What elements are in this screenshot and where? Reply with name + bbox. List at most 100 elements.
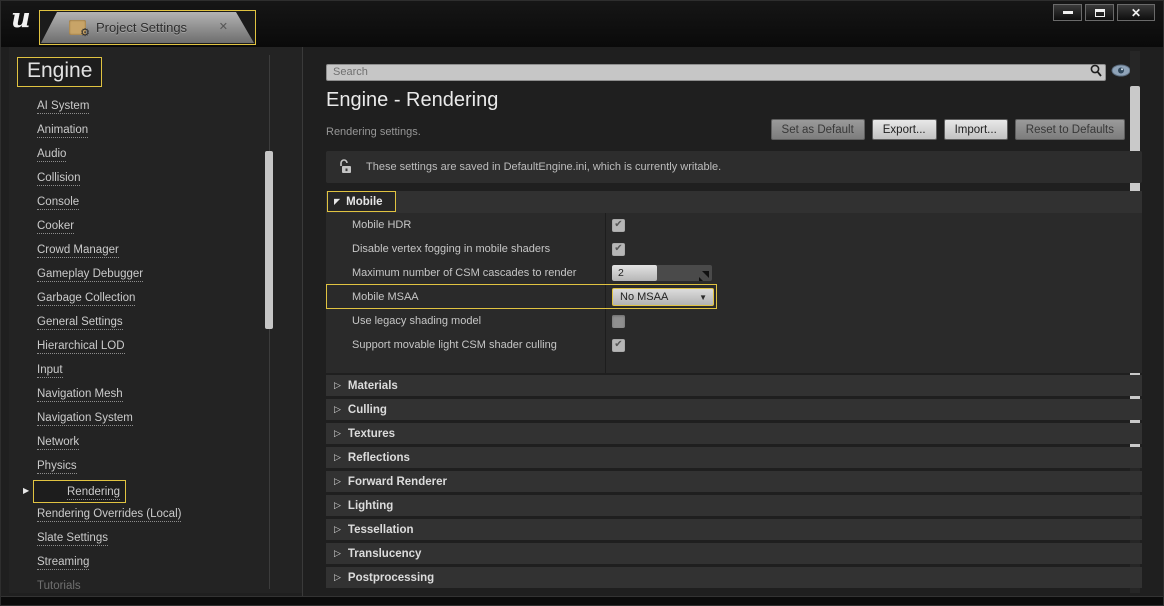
collapsed-arrow-icon: ▷	[334, 477, 341, 486]
dropdown-value: No MSAA	[620, 291, 668, 303]
sidebar-item-crowd-manager[interactable]: Crowd Manager	[9, 239, 269, 263]
tab-label: Project Settings	[96, 20, 187, 35]
section-mobile-header[interactable]: ◤ Mobile	[326, 191, 1142, 213]
setting-label: Mobile HDR	[352, 219, 411, 231]
unlocked-padlock-icon	[338, 159, 352, 175]
section-translucency[interactable]: ▷Translucency	[326, 543, 1142, 564]
sidebar-item-label[interactable]: General Settings	[37, 316, 123, 330]
sidebar-item-general-settings[interactable]: General Settings	[9, 311, 269, 335]
sidebar-item-label[interactable]: Input	[37, 364, 63, 378]
sidebar-item-navigation-mesh[interactable]: Navigation Mesh	[9, 383, 269, 407]
gear-icon: ⚙	[80, 28, 90, 39]
tab-close-icon[interactable]: ✕	[219, 20, 228, 33]
section-textures[interactable]: ▷Textures	[326, 423, 1142, 444]
section-tessellation[interactable]: ▷Tessellation	[326, 519, 1142, 540]
section-title: Textures	[348, 428, 395, 440]
sidebar-item-label[interactable]: Hierarchical LOD	[37, 340, 125, 354]
sidebar-item-rendering-selected[interactable]: ▶ Rendering	[9, 479, 269, 503]
sidebar-item-label[interactable]: Navigation Mesh	[37, 388, 123, 402]
mobile-msaa-dropdown[interactable]: No MSAA ▼	[612, 288, 714, 306]
section-culling[interactable]: ▷Culling	[326, 399, 1142, 420]
sidebar-item-label[interactable]: Collision	[37, 172, 80, 186]
sidebar-item-animation[interactable]: Animation	[9, 119, 269, 143]
sidebar-item-network[interactable]: Network	[9, 431, 269, 455]
drag-corner-icon[interactable]	[699, 268, 709, 281]
sidebar-item-label[interactable]: Cooker	[37, 220, 74, 234]
csm-cascades-spinbox[interactable]: 2	[612, 265, 712, 281]
sidebar-item-collision[interactable]: Collision	[9, 167, 269, 191]
section-title: Lighting	[348, 500, 393, 512]
reset-to-defaults-button[interactable]: Reset to Defaults	[1015, 119, 1125, 140]
close-button[interactable]: ✕	[1117, 4, 1155, 21]
tab-body[interactable]: ⚙ Project Settings ✕	[41, 12, 254, 43]
sidebar-item-label[interactable]: AI System	[37, 100, 89, 114]
setting-label: Disable vertex fogging in mobile shaders	[352, 243, 550, 255]
sidebar-item-garbage-collection[interactable]: Garbage Collection	[9, 287, 269, 311]
sidebar-item-label[interactable]: Animation	[37, 124, 88, 138]
sidebar-item-rendering-overrides[interactable]: Rendering Overrides (Local)	[9, 503, 269, 527]
sidebar-item-label[interactable]: Physics	[37, 460, 77, 474]
section-title: Reflections	[348, 452, 410, 464]
section-title: Postprocessing	[348, 572, 434, 584]
section-lighting[interactable]: ▷ Lighting	[326, 495, 1142, 516]
mobile-hdr-checkbox[interactable]: ✔	[612, 219, 625, 232]
minimize-icon	[1063, 11, 1073, 14]
section-postprocessing[interactable]: ▷Postprocessing	[326, 567, 1142, 588]
sidebar-item-console[interactable]: Console	[9, 191, 269, 215]
sidebar-item-physics[interactable]: Physics	[9, 455, 269, 479]
check-icon: ✔	[614, 220, 622, 230]
section-materials[interactable]: ▷Materials	[326, 375, 1142, 396]
sidebar-item-label[interactable]: Garbage Collection	[37, 292, 135, 306]
toolbar: Set as Default Export... Import... Reset…	[303, 119, 1125, 140]
sidebar-item-label[interactable]: Crowd Manager	[37, 244, 119, 258]
section-mobile-toggle[interactable]: ◤ Mobile	[327, 191, 396, 212]
legacy-shading-checkbox[interactable]	[612, 315, 625, 328]
disable-vertex-fogging-checkbox[interactable]: ✔	[612, 243, 625, 256]
export-button[interactable]: Export...	[872, 119, 937, 140]
sidebar-item-navigation-system[interactable]: Navigation System	[9, 407, 269, 431]
view-options-button[interactable]: ▾	[1111, 62, 1147, 78]
maximize-button[interactable]	[1085, 4, 1114, 21]
unreal-logo-icon: u	[11, 3, 31, 34]
sidebar-item-slate-settings[interactable]: Slate Settings	[9, 527, 269, 551]
sidebar-item-label[interactable]: Network	[37, 436, 79, 450]
check-icon: ✔	[614, 244, 622, 254]
search-input[interactable]	[326, 64, 1106, 81]
config-file-notice: These settings are saved in DefaultEngin…	[326, 151, 1142, 183]
csm-shader-culling-checkbox[interactable]: ✔	[612, 339, 625, 352]
sidebar-item-label[interactable]: Streaming	[37, 556, 89, 570]
import-button[interactable]: Import...	[944, 119, 1008, 140]
spinbox-value[interactable]: 2	[612, 265, 657, 281]
sidebar-item-label[interactable]: Rendering Overrides (Local)	[37, 508, 181, 522]
sidebar-item-label[interactable]: Audio	[37, 148, 66, 162]
sidebar-scrollbar-thumb[interactable]	[265, 151, 273, 329]
project-settings-tab[interactable]: ⚙ Project Settings ✕	[39, 10, 256, 45]
set-as-default-button[interactable]: Set as Default	[771, 119, 865, 140]
page-title: Engine - Rendering	[326, 89, 498, 112]
sidebar-item-label[interactable]: Console	[37, 196, 79, 210]
sidebar-item-label[interactable]: Navigation System	[37, 412, 133, 426]
minimize-button[interactable]	[1053, 4, 1082, 21]
sidebar-item-ai-system[interactable]: AI System	[9, 95, 269, 119]
collapsed-arrow-icon: ▷	[334, 501, 341, 510]
sidebar-item-gameplay-debugger[interactable]: Gameplay Debugger	[9, 263, 269, 287]
setting-label: Maximum number of CSM cascades to render	[352, 267, 576, 279]
window-controls: ✕	[1053, 4, 1155, 21]
sidebar-nav: AI System Animation Audio Collision Cons…	[9, 95, 269, 593]
section-title: Culling	[348, 404, 387, 416]
sidebar-item-label[interactable]: Tutorials	[37, 580, 81, 593]
section-reflections[interactable]: ▷Reflections	[326, 447, 1142, 468]
sidebar-item-tutorials[interactable]: Tutorials	[9, 575, 269, 593]
section-forward-renderer[interactable]: ▷Forward Renderer	[326, 471, 1142, 492]
project-settings-icon: ⚙	[69, 20, 86, 35]
sidebar-item-hierarchical-lod[interactable]: Hierarchical LOD	[9, 335, 269, 359]
sidebar-item-input[interactable]: Input	[9, 359, 269, 383]
sidebar-item-cooker[interactable]: Cooker	[9, 215, 269, 239]
sidebar-item-streaming[interactable]: Streaming	[9, 551, 269, 575]
window-bottom-border	[1, 596, 1163, 605]
sidebar-item-label[interactable]: Slate Settings	[37, 532, 108, 546]
sidebar-item-label[interactable]: Gameplay Debugger	[37, 268, 143, 282]
sidebar-item-audio[interactable]: Audio	[9, 143, 269, 167]
sidebar-item-label[interactable]: Rendering	[67, 486, 120, 500]
setting-row-mobile-hdr: Mobile HDR ✔	[326, 213, 1142, 237]
